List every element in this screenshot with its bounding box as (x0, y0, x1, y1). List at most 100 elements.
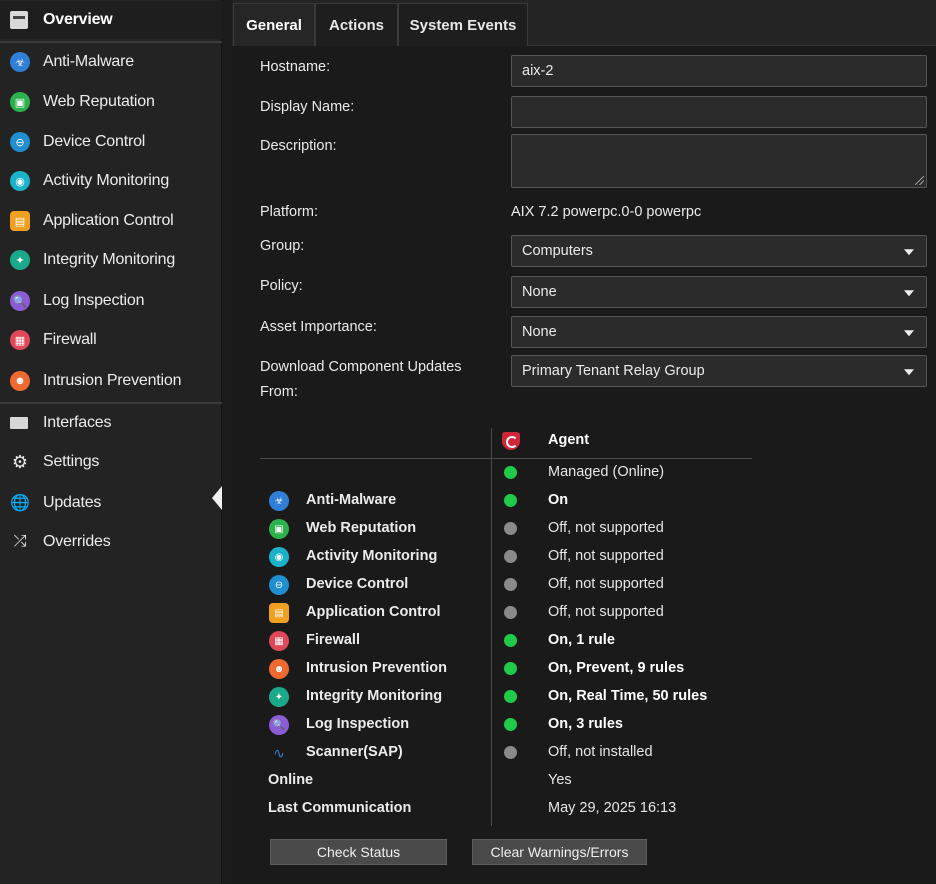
sidebar-item-overview[interactable]: Overview (0, 1, 222, 39)
platform-value: AIX 7.2 powerpc.0-0 powerpc (511, 204, 702, 220)
status-row: ▣ Web Reputation Off, not supported (232, 515, 936, 543)
sidebar-item-label: Integrity Monitoring (43, 251, 176, 268)
tab-general[interactable]: General (233, 3, 315, 46)
module-status: Off, not supported (548, 520, 664, 536)
sidebar-item-label: Device Control (43, 133, 146, 150)
module-name[interactable]: Intrusion Prevention (306, 660, 447, 676)
sidebar-item-label: Overview (43, 11, 113, 28)
description-textarea[interactable] (511, 134, 927, 188)
updates-icon: 🌐 (10, 495, 30, 512)
status-dot-icon (504, 718, 517, 731)
firewall-icon: ▦ (269, 631, 289, 651)
group-select[interactable]: Computers (511, 235, 927, 267)
status-row-online: Online Yes (232, 767, 936, 795)
display-name-input[interactable] (511, 96, 927, 128)
status-dot-icon (504, 606, 517, 619)
module-name[interactable]: Firewall (306, 632, 360, 648)
sidebar-item-application-control[interactable]: ▤ Application Control (0, 202, 222, 240)
module-name[interactable]: Device Control (306, 576, 408, 592)
check-status-button[interactable]: Check Status (270, 839, 447, 865)
clear-warnings-button[interactable]: Clear Warnings/Errors (472, 839, 647, 865)
module-name[interactable]: Web Reputation (306, 520, 416, 536)
download-updates-label: Download Component Updates From: (260, 355, 462, 405)
integrity-monitoring-icon: ✦ (10, 250, 30, 270)
sidebar-item-overrides[interactable]: ⤮ Overrides (0, 523, 222, 561)
display-name-label: Display Name: (260, 99, 355, 115)
module-status: Off, not installed (548, 744, 653, 760)
resize-grip-icon[interactable] (915, 176, 924, 185)
sidebar-item-label: Application Control (43, 212, 174, 229)
anti-malware-icon: ☣ (10, 52, 30, 72)
module-name[interactable]: Integrity Monitoring (306, 688, 442, 704)
scanner-icon: ∿ (273, 744, 285, 761)
module-status: Off, not supported (548, 576, 664, 592)
chevron-down-icon (904, 330, 914, 337)
status-row-last-communication: Last Communication May 29, 2025 16:13 (232, 795, 936, 823)
sidebar-item-firewall[interactable]: ▦ Firewall (0, 321, 222, 359)
chevron-down-icon (904, 369, 914, 376)
status-row: ☻ Intrusion Prevention On, Prevent, 9 ru… (232, 655, 936, 683)
module-name[interactable]: Log Inspection (306, 716, 409, 732)
sidebar-item-label: Activity Monitoring (43, 172, 170, 189)
sidebar-item-settings[interactable]: ⚙ Settings (0, 443, 222, 481)
status-dot-icon (504, 522, 517, 535)
status-row: ▤ Application Control Off, not supported (232, 599, 936, 627)
sidebar-item-web-reputation[interactable]: ▣ Web Reputation (0, 83, 222, 121)
hostname-label: Hostname: (260, 59, 331, 75)
main-panel: General Actions System Events Hostname: … (232, 0, 936, 884)
sidebar-item-integrity-monitoring[interactable]: ✦ Integrity Monitoring (0, 241, 222, 279)
sidebar-item-interfaces[interactable]: Interfaces (0, 404, 222, 442)
description-label: Description: (260, 138, 337, 154)
tab-bar: General Actions System Events (232, 0, 936, 46)
status-dot-icon (504, 634, 517, 647)
sidebar-collapse-arrow-icon[interactable] (212, 486, 222, 510)
activity-monitoring-icon: ◉ (269, 547, 289, 567)
gear-icon: ⚙ (11, 451, 29, 472)
sidebar-item-label: Web Reputation (43, 93, 155, 110)
tab-system-events[interactable]: System Events (398, 3, 528, 46)
tab-actions[interactable]: Actions (315, 3, 398, 46)
web-reputation-icon: ▣ (269, 519, 289, 539)
module-name[interactable]: Anti-Malware (306, 492, 396, 508)
sidebar-item-label: Intrusion Prevention (43, 372, 182, 389)
status-dot-icon (504, 578, 517, 591)
managed-status: Managed (Online) (548, 464, 665, 480)
asset-importance-selected-value: None (522, 324, 557, 340)
module-status: On, Real Time, 50 rules (548, 688, 708, 704)
status-row: ☣ Anti-Malware On (232, 487, 936, 515)
sidebar-item-label: Log Inspection (43, 292, 145, 309)
download-updates-select[interactable]: Primary Tenant Relay Group (511, 355, 927, 387)
sidebar-item-label: Settings (43, 453, 100, 470)
module-status: On, 1 rule (548, 632, 615, 648)
status-row: ⊖ Device Control Off, not supported (232, 571, 936, 599)
status-row: 🔍 Log Inspection On, 3 rules (232, 711, 936, 739)
device-control-icon: ⊖ (269, 575, 289, 595)
policy-select[interactable]: None (511, 276, 927, 308)
module-name: Scanner(SAP) (306, 744, 403, 760)
sidebar-item-device-control[interactable]: ⊖ Device Control (0, 123, 222, 161)
sidebar: Overview ☣ Anti-Malware ▣ Web Reputation… (0, 0, 222, 884)
sidebar-item-log-inspection[interactable]: 🔍 Log Inspection (0, 282, 222, 320)
application-control-icon: ▤ (10, 211, 30, 231)
log-inspection-icon: 🔍 (10, 291, 30, 311)
module-name[interactable]: Activity Monitoring (306, 548, 437, 564)
hostname-input[interactable] (511, 55, 927, 87)
overview-icon (10, 11, 28, 29)
sidebar-item-anti-malware[interactable]: ☣ Anti-Malware (0, 43, 222, 81)
online-label: Online (268, 772, 314, 788)
sidebar-item-intrusion-prevention[interactable]: ☻ Intrusion Prevention (0, 362, 222, 400)
sidebar-item-label: Firewall (43, 331, 97, 348)
module-status: On (548, 492, 569, 508)
platform-label: Platform: (260, 204, 319, 220)
firewall-icon: ▦ (10, 330, 30, 350)
intrusion-prevention-icon: ☻ (10, 371, 30, 391)
module-status: On, 3 rules (548, 716, 623, 732)
asset-importance-select[interactable]: None (511, 316, 927, 348)
sidebar-item-label: Updates (43, 494, 102, 511)
online-value: Yes (548, 772, 572, 788)
status-dot-icon (504, 690, 517, 703)
module-name[interactable]: Application Control (306, 604, 441, 620)
sidebar-item-updates[interactable]: 🌐 Updates (0, 484, 222, 522)
last-communication-value: May 29, 2025 16:13 (548, 800, 677, 816)
sidebar-item-activity-monitoring[interactable]: ◉ Activity Monitoring (0, 162, 222, 200)
